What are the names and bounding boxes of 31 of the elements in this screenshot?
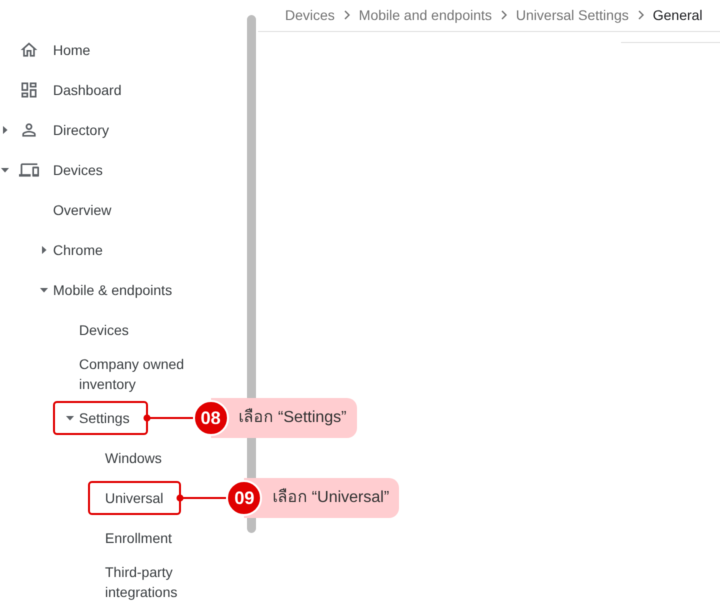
nav-item[interactable]: Third-party integrations xyxy=(105,562,245,602)
nav-item[interactable]: Overview xyxy=(53,200,112,220)
connector-line xyxy=(176,494,226,502)
chevron-right-icon xyxy=(500,10,507,20)
nav-item[interactable]: Enrollment xyxy=(105,528,172,548)
breadcrumb-link[interactable]: Mobile and endpoints xyxy=(358,4,492,26)
dashboard-icon xyxy=(19,80,39,100)
nav-item[interactable]: Directory xyxy=(19,120,110,140)
caret-down-icon[interactable] xyxy=(65,413,75,423)
caret-down-icon[interactable] xyxy=(0,165,10,175)
nav-item[interactable]: Home xyxy=(19,40,90,60)
breadcrumb-current-page: General xyxy=(652,6,703,24)
caret-down-icon[interactable] xyxy=(39,285,49,295)
nav-item[interactable]: Chrome xyxy=(53,240,103,260)
connector-line xyxy=(142,414,193,422)
step-badge: 09 xyxy=(226,480,262,516)
nav-item[interactable]: Company owned inventory xyxy=(79,354,219,394)
step-badge: 08 xyxy=(192,400,229,436)
nav-item[interactable]: Dashboard xyxy=(19,80,122,100)
nav-item[interactable]: Devices xyxy=(79,320,129,340)
nav-item[interactable]: Mobile & endpoints xyxy=(53,280,172,300)
chevron-right-icon xyxy=(638,10,644,20)
breadcrumb-link[interactable]: Devices xyxy=(285,4,335,26)
breadcrumb-link[interactable]: Universal Settings xyxy=(516,4,629,26)
nav-item[interactable]: Settings xyxy=(79,408,130,428)
nav-item[interactable]: Universal xyxy=(105,488,164,508)
nav-item[interactable]: Windows xyxy=(105,448,162,468)
chevron-right-icon xyxy=(344,10,350,20)
caret-right-icon[interactable] xyxy=(0,125,10,135)
caret-right-icon[interactable] xyxy=(39,245,49,255)
nav-item[interactable]: Devices xyxy=(19,160,103,180)
